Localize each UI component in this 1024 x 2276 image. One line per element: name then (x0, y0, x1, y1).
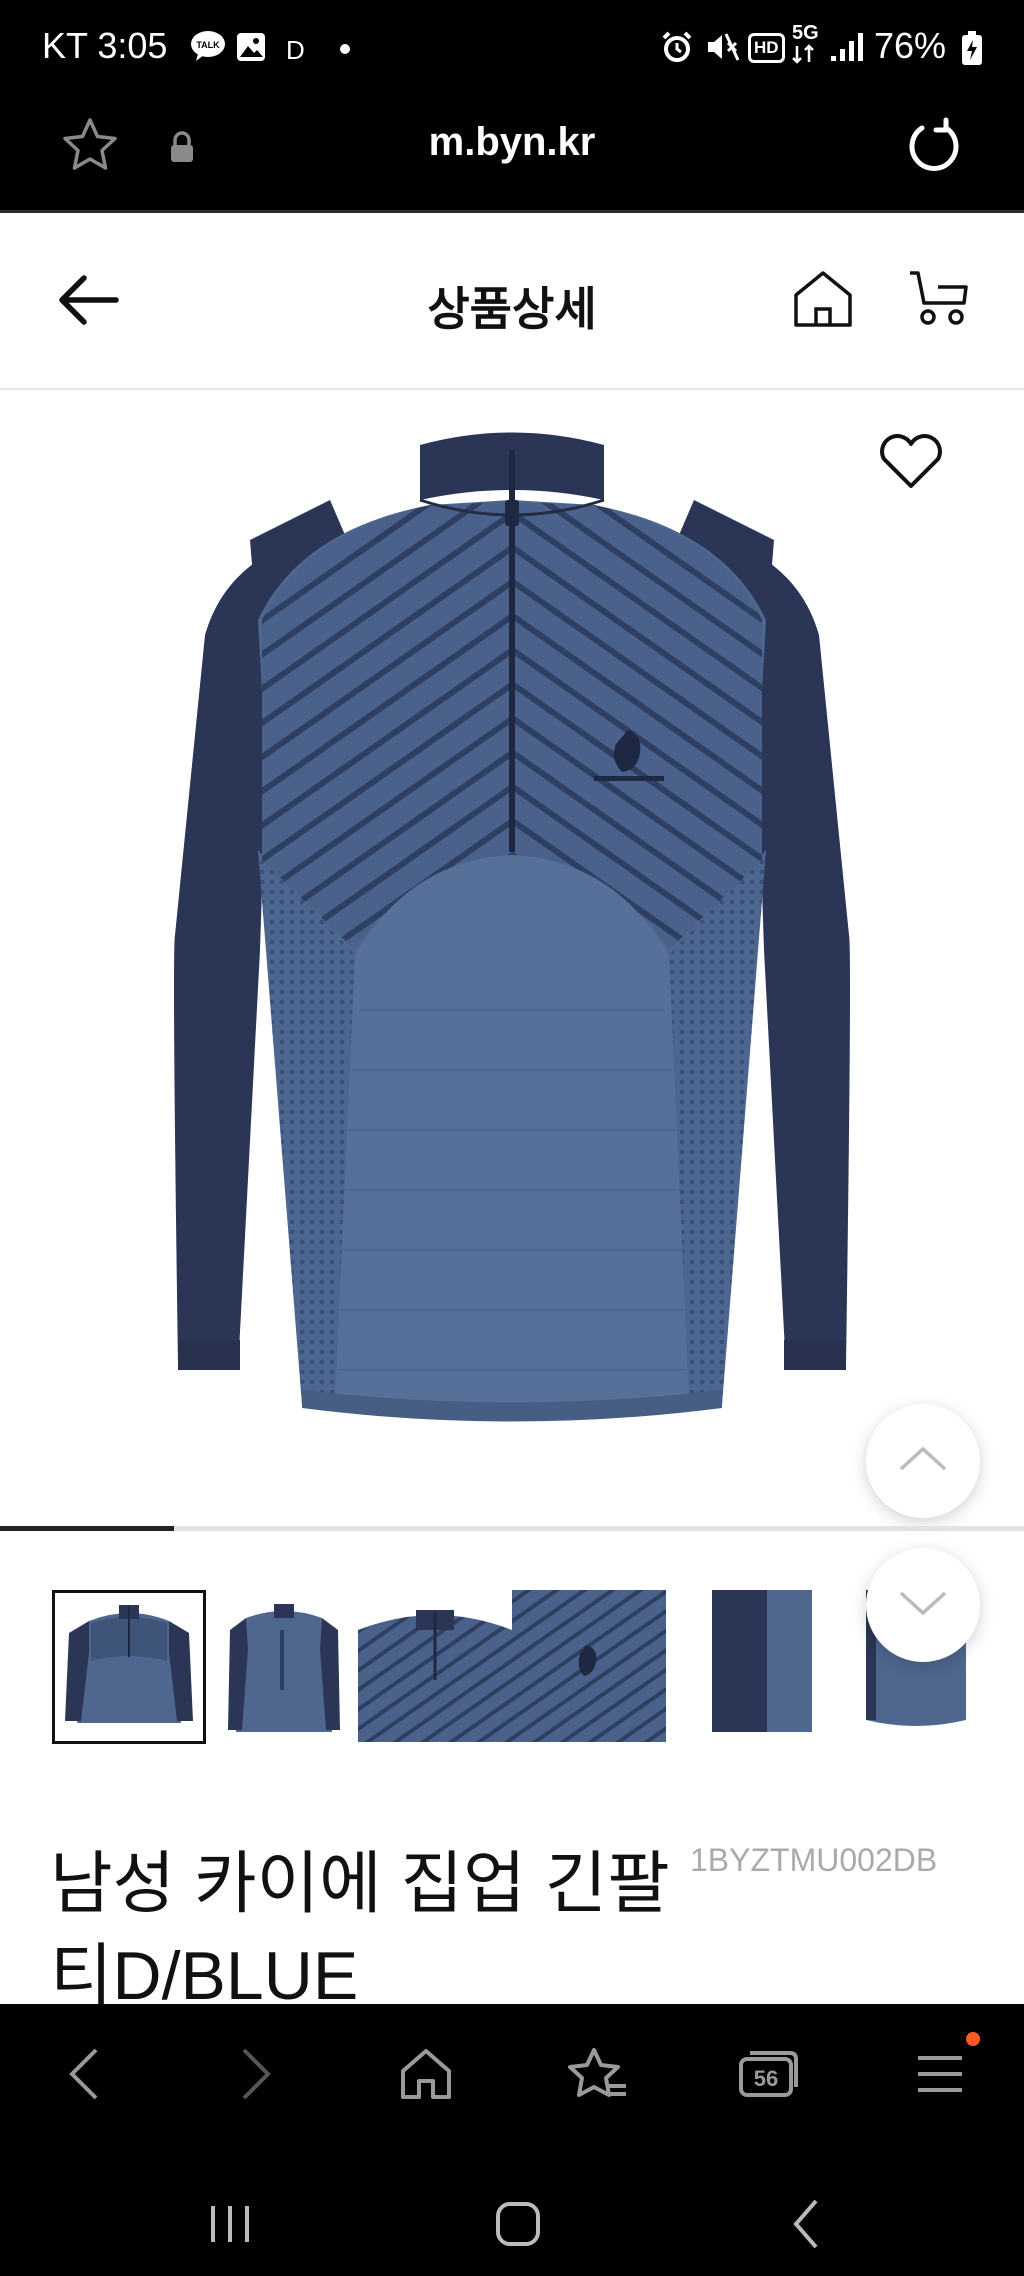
alarm-icon (660, 30, 694, 69)
gallery-icon (236, 32, 266, 67)
fiveg-icon: 5G (792, 22, 819, 44)
app-header: 상품상세 (0, 213, 1024, 390)
page-title: 상품상세 (427, 283, 597, 335)
browser-back-icon[interactable] (54, 2044, 114, 2104)
gallery-progress-fill (0, 1526, 174, 1531)
mute-icon (704, 30, 740, 69)
cart-icon[interactable] (908, 269, 968, 334)
status-bar: KT 3:05 TALK D HD 5G 76% (0, 0, 1024, 96)
chevron-down-icon (899, 1589, 947, 1622)
recent-apps-icon[interactable] (200, 2194, 260, 2254)
battery-icon (960, 30, 984, 71)
signal-icon (830, 32, 866, 67)
browser-forward-icon[interactable] (226, 2044, 286, 2104)
tabs-icon[interactable]: 56 (736, 2044, 800, 2104)
system-home-icon[interactable] (488, 2194, 548, 2254)
d-indicator: D (286, 35, 305, 65)
hd-voice-icon: HD (748, 33, 785, 63)
thumbnail-back[interactable] (220, 1590, 348, 1742)
system-back-icon[interactable] (776, 2194, 836, 2254)
carrier-time: KT 3:05 (42, 25, 168, 66)
product-image (174, 432, 850, 1422)
product-title: 남성 카이에 집업 긴팔 티D/BLUE (50, 1838, 700, 2022)
battery-percent: 76% (874, 25, 947, 66)
thumbnail-front[interactable] (52, 1590, 206, 1744)
home-icon[interactable] (792, 269, 854, 334)
product-code: 1BYZTMU002DB (690, 1842, 938, 1878)
kakaotalk-icon: TALK (190, 30, 226, 67)
notification-dot-icon (340, 44, 350, 54)
thumbnail-sleeve[interactable] (702, 1590, 822, 1742)
thumbnail-details[interactable] (358, 1590, 666, 1742)
wishlist-heart-icon[interactable] (876, 432, 946, 497)
url-text[interactable]: m.byn.kr (0, 120, 1024, 165)
menu-notification-dot (966, 2032, 980, 2046)
chevron-up-icon (899, 1445, 947, 1478)
browser-bottom-bar: 56 (0, 2004, 1024, 2276)
bookmarks-star-icon[interactable] (566, 2044, 630, 2104)
data-arrows-icon (790, 44, 816, 69)
product-title-line1: 남성 카이에 집업 긴팔 (50, 1846, 670, 1922)
talk-badge-text: TALK (196, 40, 220, 50)
browser-home-icon[interactable] (396, 2044, 456, 2104)
scroll-up-button[interactable] (866, 1404, 980, 1518)
product-image-gallery[interactable] (0, 390, 1024, 1525)
tab-count: 56 (754, 2066, 778, 2091)
reload-icon[interactable] (902, 114, 966, 183)
menu-icon[interactable] (910, 2044, 970, 2104)
browser-url-bar: m.byn.kr (0, 96, 1024, 212)
scroll-down-button[interactable] (866, 1548, 980, 1662)
